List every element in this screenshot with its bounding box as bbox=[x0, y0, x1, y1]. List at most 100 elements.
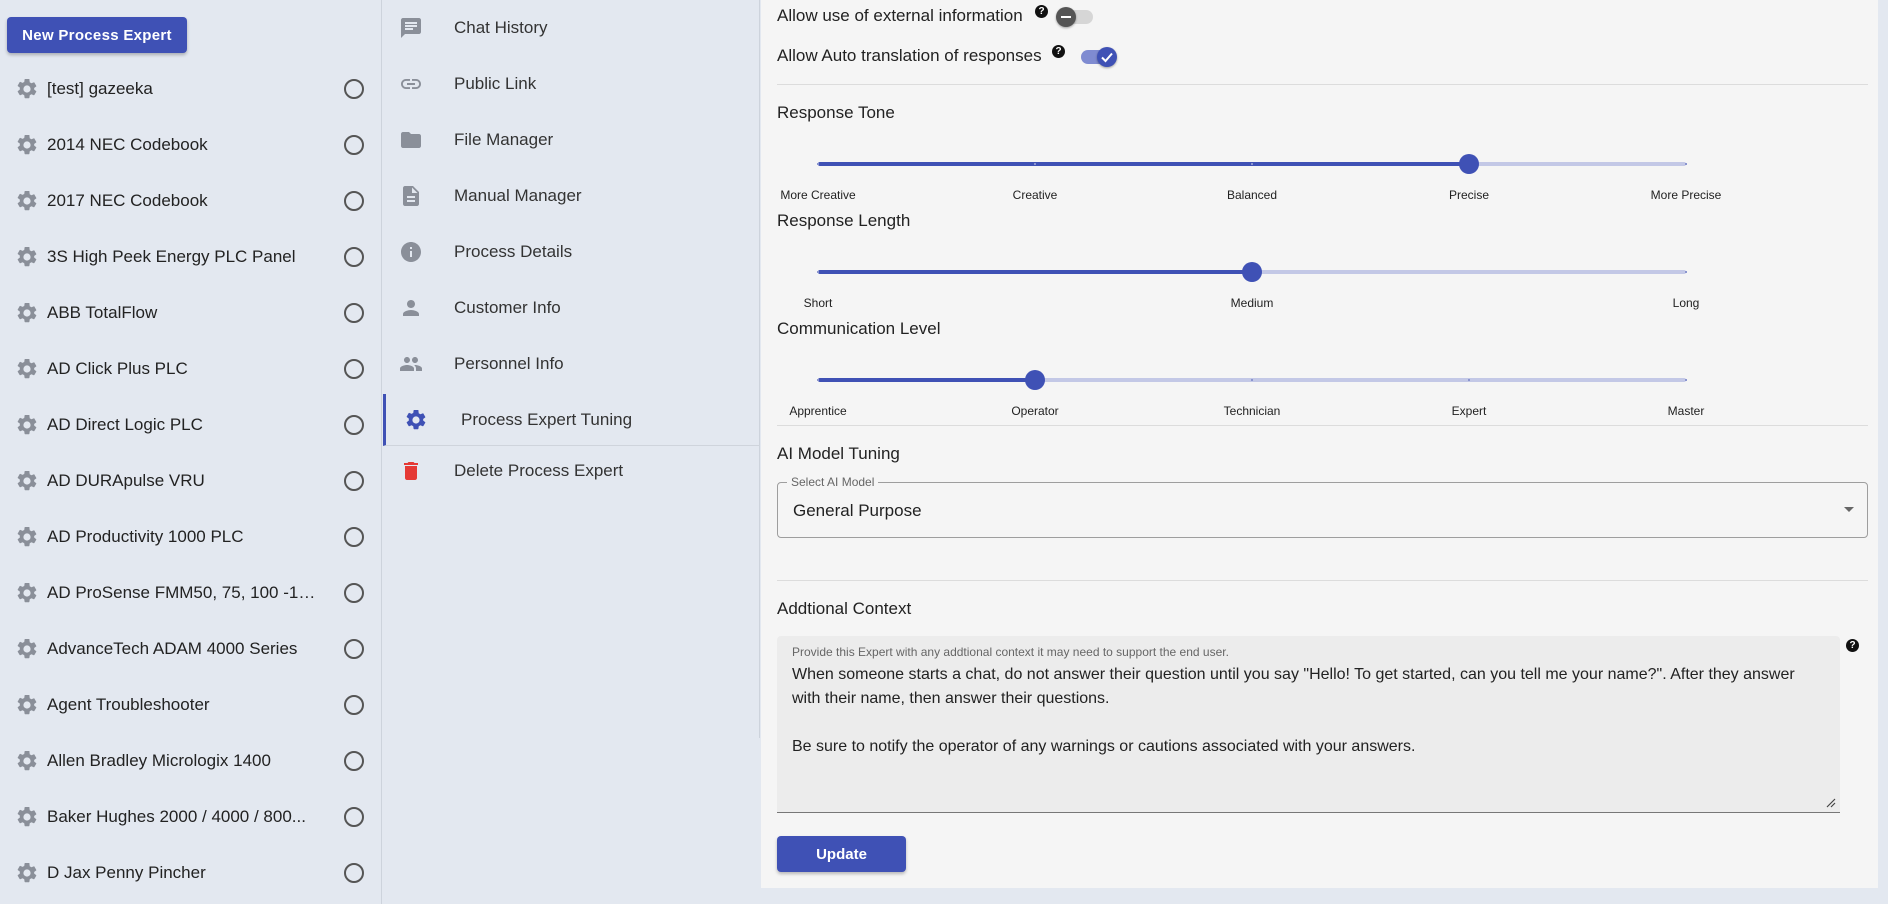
slider-tick bbox=[817, 163, 819, 165]
info-icon bbox=[399, 240, 423, 264]
expert-select-radio[interactable] bbox=[344, 863, 364, 883]
slider-mark-label[interactable]: Operator bbox=[1011, 404, 1058, 418]
menu-item-delete-process-expert[interactable]: Delete Process Expert bbox=[383, 443, 760, 499]
expert-select-radio[interactable] bbox=[344, 247, 364, 267]
gear-icon[interactable] bbox=[15, 525, 39, 549]
auto-translation-help-icon[interactable]: ? bbox=[1052, 45, 1065, 58]
gear-icon[interactable] bbox=[15, 245, 39, 269]
additional-context-title: Addtional Context bbox=[777, 599, 912, 618]
expert-list-item[interactable]: AD Direct Logic PLC bbox=[0, 397, 382, 453]
gear-icon[interactable] bbox=[15, 301, 39, 325]
expert-select-radio[interactable] bbox=[344, 695, 364, 715]
menu-item-file-manager[interactable]: File Manager bbox=[383, 112, 760, 168]
expert-list-item[interactable]: 2014 NEC Codebook bbox=[0, 117, 382, 173]
additional-context-field[interactable]: Provide this Expert with any addtional c… bbox=[777, 636, 1840, 813]
expert-list-item[interactable]: Baker Hughes 2000 / 4000 / 800... bbox=[0, 789, 382, 845]
external-info-help-icon[interactable]: ? bbox=[1035, 5, 1048, 18]
expert-select-radio[interactable] bbox=[344, 751, 364, 771]
menu-item-manual-manager[interactable]: Manual Manager bbox=[383, 168, 760, 224]
slider-mark-label[interactable]: Creative bbox=[1013, 188, 1058, 202]
expert-list-item[interactable]: [test] gazeeka bbox=[0, 61, 382, 117]
menu-item-process-expert-tuning[interactable]: Process Expert Tuning bbox=[383, 394, 760, 446]
expert-select-radio[interactable] bbox=[344, 415, 364, 435]
expert-select-radio[interactable] bbox=[344, 303, 364, 323]
additional-context-textarea[interactable]: When someone starts a chat, do not answe… bbox=[792, 663, 1827, 759]
expert-list-item[interactable]: ABB TotalFlow bbox=[0, 285, 382, 341]
expert-list-item[interactable]: AD Productivity 1000 PLC bbox=[0, 509, 382, 565]
slider-mark-label[interactable]: Precise bbox=[1449, 188, 1489, 202]
expert-list-item[interactable]: AD Click Plus PLC bbox=[0, 341, 382, 397]
expert-list-item[interactable]: Agent Troubleshooter bbox=[0, 677, 382, 733]
expert-list-item[interactable]: D Jax Penny Pincher bbox=[0, 845, 382, 901]
menu-item-label: Customer Info bbox=[454, 298, 561, 317]
gear-icon[interactable] bbox=[15, 469, 39, 493]
menu-item-public-link[interactable]: Public Link bbox=[383, 56, 760, 112]
gear-icon[interactable] bbox=[15, 77, 39, 101]
menu-item-label: Delete Process Expert bbox=[454, 461, 624, 480]
expert-name: 3S High Peek Energy PLC Panel bbox=[47, 247, 296, 266]
menu-item-label: File Manager bbox=[454, 130, 554, 149]
slider-mark-label[interactable]: Technician bbox=[1224, 404, 1281, 418]
slider-mark-label[interactable]: Master bbox=[1668, 404, 1705, 418]
expert-list-item[interactable]: 3S High Peek Energy PLC Panel bbox=[0, 229, 382, 285]
slider-mark-label[interactable]: More Creative bbox=[780, 188, 855, 202]
expert-select-radio[interactable] bbox=[344, 471, 364, 491]
gear-icon[interactable] bbox=[15, 413, 39, 437]
expert-list-item[interactable]: AD ProSense FMM50, 75, 100 -10... bbox=[0, 565, 382, 621]
auto-translation-switch[interactable] bbox=[1081, 46, 1121, 68]
gear-icon[interactable] bbox=[15, 805, 39, 829]
caret-down-icon bbox=[1844, 507, 1854, 512]
gear-icon bbox=[404, 408, 428, 432]
menu-item-label: Process Expert Tuning bbox=[461, 409, 633, 429]
expert-select-radio[interactable] bbox=[344, 359, 364, 379]
slider-thumb[interactable] bbox=[1242, 262, 1262, 282]
resize-handle-icon[interactable] bbox=[1824, 796, 1836, 808]
expert-name: Agent Troubleshooter bbox=[47, 695, 210, 714]
slider-mark-label[interactable]: More Precise bbox=[1651, 188, 1722, 202]
gear-icon[interactable] bbox=[15, 749, 39, 773]
divider bbox=[777, 580, 1868, 581]
gear-icon[interactable] bbox=[15, 189, 39, 213]
expert-select-radio[interactable] bbox=[344, 191, 364, 211]
menu-item-chat-history[interactable]: Chat History bbox=[383, 0, 760, 56]
expert-select-radio[interactable] bbox=[344, 79, 364, 99]
gear-icon[interactable] bbox=[15, 693, 39, 717]
slider-track-fill bbox=[818, 378, 1035, 382]
expert-select-radio[interactable] bbox=[344, 583, 364, 603]
external-info-switch[interactable] bbox=[1056, 6, 1096, 28]
divider bbox=[777, 425, 1868, 426]
expert-list-item[interactable]: AD DURApulse VRU bbox=[0, 453, 382, 509]
expert-list-item[interactable]: AdvanceTech ADAM 4000 Series bbox=[0, 621, 382, 677]
gear-icon[interactable] bbox=[15, 357, 39, 381]
ai-model-select[interactable]: Select AI Model General Purpose bbox=[777, 475, 1868, 538]
expert-select-radio[interactable] bbox=[344, 135, 364, 155]
slider-thumb[interactable] bbox=[1459, 154, 1479, 174]
communication-level-title: Communication Level bbox=[777, 319, 941, 338]
gear-icon[interactable] bbox=[15, 581, 39, 605]
expert-select-radio[interactable] bbox=[344, 527, 364, 547]
folder-icon bbox=[399, 128, 423, 152]
additional-context-help-icon[interactable]: ? bbox=[1846, 639, 1859, 652]
slider-mark-label[interactable]: Short bbox=[804, 296, 833, 310]
expert-list-item[interactable]: Allen Bradley Micrologix 1400 bbox=[0, 733, 382, 789]
expert-menu: Chat History Public Link File Manager Manua… bbox=[383, 0, 760, 738]
expert-select-radio[interactable] bbox=[344, 807, 364, 827]
slider-mark-label[interactable]: Long bbox=[1673, 296, 1700, 310]
new-process-expert-button[interactable]: New Process Expert bbox=[7, 17, 187, 53]
expert-select-radio[interactable] bbox=[344, 639, 364, 659]
gear-icon[interactable] bbox=[15, 133, 39, 157]
slider-mark-label[interactable]: Balanced bbox=[1227, 188, 1277, 202]
update-button[interactable]: Update bbox=[777, 836, 906, 872]
menu-item-process-details[interactable]: Process Details bbox=[383, 224, 760, 280]
slider-mark-label[interactable]: Apprentice bbox=[789, 404, 846, 418]
slider-thumb[interactable] bbox=[1025, 370, 1045, 390]
slider-mark-label[interactable]: Expert bbox=[1452, 404, 1487, 418]
expert-list-item[interactable]: 2017 NEC Codebook bbox=[0, 173, 382, 229]
menu-item-customer-info[interactable]: Customer Info bbox=[383, 280, 760, 336]
gear-icon[interactable] bbox=[15, 637, 39, 661]
slider-mark-label[interactable]: Medium bbox=[1231, 296, 1274, 310]
expert-name: Allen Bradley Micrologix 1400 bbox=[47, 751, 271, 770]
gear-icon[interactable] bbox=[15, 861, 39, 885]
menu-item-personnel-info[interactable]: Personnel Info bbox=[383, 336, 760, 392]
tuning-panel: Allow use of external information ? Allo… bbox=[761, 0, 1878, 888]
